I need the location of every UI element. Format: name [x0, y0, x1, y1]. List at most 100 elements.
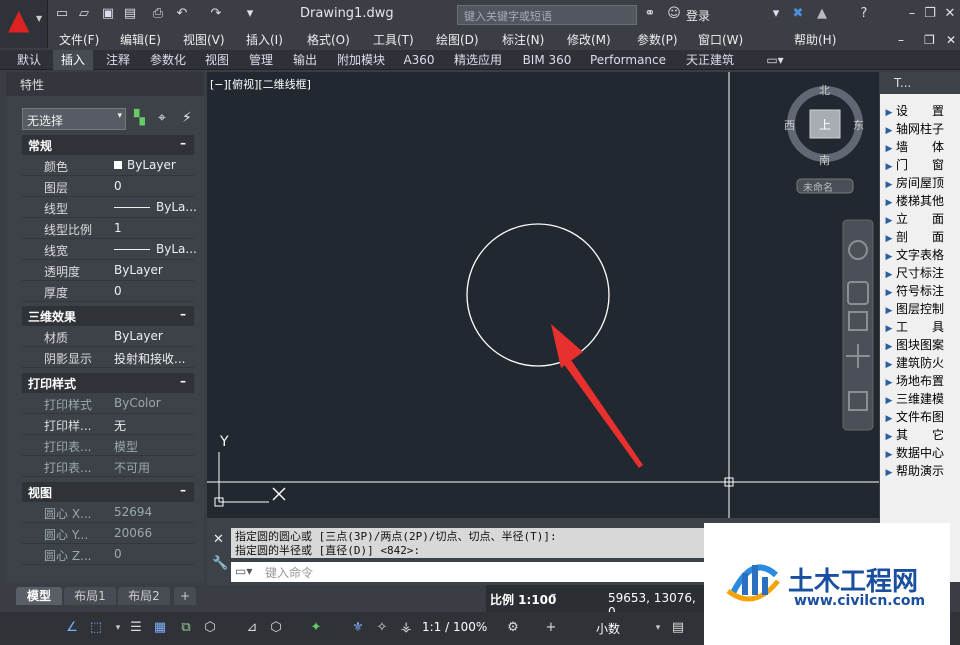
- tz-item[interactable]: ▶ 楼梯其他: [882, 192, 960, 210]
- prop-row[interactable]: 图层 0: [22, 176, 194, 197]
- prop-row[interactable]: 线型比例 1: [22, 218, 194, 239]
- sign-in-link[interactable]: 登录: [686, 7, 710, 24]
- tz-item[interactable]: ▶ 文件布图: [882, 408, 960, 426]
- tz-item[interactable]: ▶ 轴网柱子: [882, 120, 960, 138]
- prop-row[interactable]: 圆心 Z... 0: [22, 544, 194, 565]
- lineweight-icon[interactable]: ☰: [128, 620, 144, 636]
- ribbon-toggle-icon[interactable]: ▭▾: [760, 50, 790, 70]
- tab-annotate[interactable]: 注释: [98, 50, 138, 70]
- ortho-icon[interactable]: ∠: [64, 620, 80, 636]
- tz-item[interactable]: ▶ 图层控制: [882, 300, 960, 318]
- menu-file[interactable]: 文件(F): [59, 30, 99, 50]
- menu-dimension[interactable]: 标注(N): [502, 30, 544, 50]
- menu-parametric[interactable]: 参数(P): [637, 30, 678, 50]
- binoculars-icon[interactable]: ⚭: [642, 6, 658, 22]
- prop-row[interactable]: 打印样... 无: [22, 414, 194, 435]
- select-objects-icon[interactable]: ⌖: [158, 110, 166, 126]
- toggle-pickadd-icon[interactable]: ▚: [134, 110, 145, 126]
- close-icon[interactable]: ✕: [213, 532, 224, 547]
- drawing-canvas[interactable]: [−][俯视][二维线框] 北 南 东 西 上 未命名 Y: [207, 72, 879, 518]
- dynamic-ucs-icon[interactable]: ⊿: [244, 620, 260, 636]
- snap-icon[interactable]: ⬚: [88, 620, 104, 636]
- menu-window[interactable]: 窗口(W): [698, 30, 743, 50]
- tz-item[interactable]: ▶ 建筑防火: [882, 354, 960, 372]
- annotation-monitor-icon[interactable]: +: [543, 620, 559, 636]
- a360-icon[interactable]: ▲: [814, 6, 830, 22]
- exchange-icon[interactable]: ✖: [790, 6, 806, 22]
- user-icon[interactable]: ☺: [666, 6, 682, 22]
- tab-performance[interactable]: Performance: [584, 50, 672, 70]
- redo-icon[interactable]: ↷: [208, 6, 224, 22]
- prop-row[interactable]: 材质 ByLayer: [22, 326, 194, 347]
- tz-item[interactable]: ▶ 剖 面: [882, 228, 960, 246]
- dropdown-icon[interactable]: ▾: [768, 6, 784, 22]
- add-layout-icon[interactable]: +: [174, 587, 196, 605]
- tab-addins[interactable]: 附加模块: [330, 50, 392, 70]
- annotation-scale-icon[interactable]: ⚶: [398, 620, 414, 636]
- open-file-icon[interactable]: ▱: [76, 6, 92, 22]
- tz-item[interactable]: ▶ 三维建模: [882, 390, 960, 408]
- prop-row[interactable]: 厚度 0: [22, 281, 194, 302]
- help-icon[interactable]: ?: [856, 6, 872, 22]
- menu-help[interactable]: 帮助(H): [794, 30, 836, 50]
- prop-row[interactable]: 线型 ByLa...: [22, 197, 197, 218]
- tab-tianzheng[interactable]: 天正建筑: [678, 50, 742, 70]
- tab-view[interactable]: 视图: [198, 50, 236, 70]
- 3d-osnap-icon[interactable]: ⬡: [202, 620, 218, 636]
- circle-entity[interactable]: [466, 223, 610, 367]
- selection-cycling-icon[interactable]: ⧉: [178, 620, 194, 636]
- compass-north[interactable]: 北: [819, 82, 830, 98]
- section-3d-effects[interactable]: 三维效果 –: [22, 306, 194, 326]
- wrench-icon[interactable]: 🔧: [212, 556, 228, 571]
- tz-item[interactable]: ▶ 其 它: [882, 426, 960, 444]
- close-icon[interactable]: ✕: [942, 6, 958, 22]
- doc-minimize-icon[interactable]: –: [898, 30, 904, 50]
- workspace-gear-icon[interactable]: ⚙: [505, 620, 521, 636]
- tz-item[interactable]: ▶ 帮助演示: [882, 462, 960, 480]
- tz-item[interactable]: ▶ 门 窗: [882, 156, 960, 174]
- prop-row[interactable]: 圆心 Y... 20066: [22, 523, 194, 544]
- gizmo-icon[interactable]: ✦: [308, 620, 324, 636]
- tab-output[interactable]: 输出: [286, 50, 324, 70]
- tz-item[interactable]: ▶ 数据中心: [882, 444, 960, 462]
- menu-insert[interactable]: 插入(I): [246, 30, 283, 50]
- menu-format[interactable]: 格式(O): [307, 30, 350, 50]
- menu-edit[interactable]: 编辑(E): [120, 30, 161, 50]
- minimize-icon[interactable]: –: [904, 6, 920, 22]
- tz-item[interactable]: ▶ 尺寸标注: [882, 264, 960, 282]
- tab-parametric[interactable]: 参数化: [142, 50, 194, 70]
- scale-dropdown-icon[interactable]: ▾: [551, 591, 556, 602]
- tz-item[interactable]: ▶ 文字表格: [882, 246, 960, 264]
- tab-bim360[interactable]: BIM 360: [516, 50, 578, 70]
- command-prompt-icon[interactable]: ▭▾: [235, 564, 252, 578]
- save-as-icon[interactable]: ▤: [122, 6, 138, 22]
- dropdown-icon[interactable]: ▾: [110, 620, 126, 636]
- annotation-scale[interactable]: 1:1 / 100%: [422, 620, 487, 634]
- prop-row[interactable]: 圆心 X... 52694: [22, 502, 194, 523]
- scale-display[interactable]: 比例 1:100: [490, 591, 556, 608]
- grid-icon[interactable]: ▦: [152, 620, 168, 636]
- annotation-visibility-icon[interactable]: ⚜: [350, 620, 366, 636]
- tab-a360[interactable]: A360: [398, 50, 440, 70]
- units-dropdown-icon[interactable]: ▾: [650, 620, 666, 636]
- tab-model[interactable]: 模型: [16, 587, 62, 605]
- prop-row[interactable]: 透明度 ByLayer: [22, 260, 194, 281]
- compass-west[interactable]: 西: [784, 117, 795, 133]
- app-menu-button[interactable]: ▲ ▼: [0, 0, 48, 48]
- doc-restore-icon[interactable]: ❐: [924, 30, 935, 50]
- tab-layout2[interactable]: 布局2: [118, 587, 170, 605]
- tz-item[interactable]: ▶ 图块图案: [882, 336, 960, 354]
- auto-scale-icon[interactable]: ✧: [374, 620, 390, 636]
- section-general[interactable]: 常规 –: [22, 135, 194, 155]
- doc-close-icon[interactable]: ✕: [946, 30, 956, 50]
- selection-dropdown[interactable]: 无选择 ▾: [22, 108, 126, 130]
- tab-layout1[interactable]: 布局1: [64, 587, 116, 605]
- undo-icon[interactable]: ↶: [174, 6, 190, 22]
- new-file-icon[interactable]: ▭: [54, 6, 70, 22]
- units-display[interactable]: 小数: [596, 620, 620, 637]
- prop-row[interactable]: 阴影显示 投射和接收...: [22, 347, 194, 368]
- qat-dropdown-icon[interactable]: ▾: [242, 6, 258, 22]
- prop-row[interactable]: 打印样式 ByColor: [22, 393, 194, 414]
- tz-item[interactable]: ▶ 墙 体: [882, 138, 960, 156]
- tab-featured-apps[interactable]: 精选应用: [446, 50, 510, 70]
